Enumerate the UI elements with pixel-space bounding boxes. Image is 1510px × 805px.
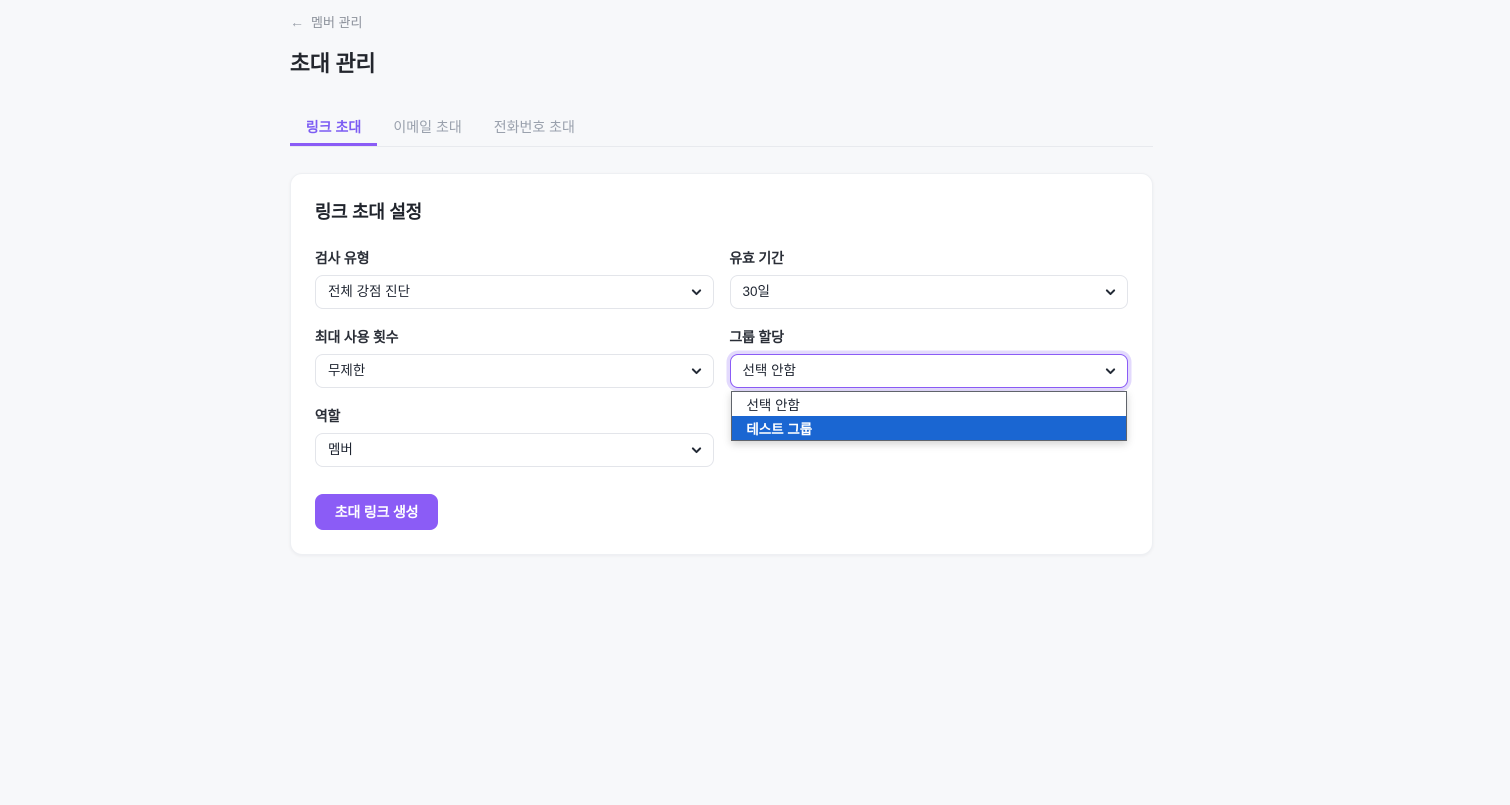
test-type-select[interactable]: 전체 강점 진단 <box>315 275 714 309</box>
field-validity: 유효 기간 30일 <box>730 248 1129 309</box>
back-arrow-icon: ← <box>290 15 304 29</box>
dropdown-option-none[interactable]: 선택 안함 <box>732 392 1127 416</box>
validity-label: 유효 기간 <box>730 248 1129 268</box>
invitation-management-page: ← 멤버 관리 초대 관리 링크 초대 이메일 초대 전화번호 초대 링크 초대… <box>0 0 1510 805</box>
field-test-type: 검사 유형 전체 강점 진단 <box>315 248 714 309</box>
group-assignment-label: 그룹 할당 <box>730 327 1129 347</box>
create-invite-link-button[interactable]: 초대 링크 생성 <box>315 494 438 530</box>
tab-link-invite[interactable]: 링크 초대 <box>290 109 377 146</box>
role-select[interactable]: 멤버 <box>315 433 714 467</box>
field-group-assignment: 그룹 할당 선택 안함 선택 안함 테스트 그룹 <box>730 327 1129 388</box>
invite-tabs: 링크 초대 이메일 초대 전화번호 초대 <box>290 109 1153 147</box>
field-role: 역할 멤버 <box>315 406 714 467</box>
tab-phone-invite[interactable]: 전화번호 초대 <box>478 109 591 146</box>
settings-form: 검사 유형 전체 강점 진단 유효 기간 30일 <box>315 248 1128 467</box>
test-type-label: 검사 유형 <box>315 248 714 268</box>
role-label: 역할 <box>315 406 714 426</box>
max-uses-label: 최대 사용 횟수 <box>315 327 714 347</box>
link-invite-settings-card: 링크 초대 설정 검사 유형 전체 강점 진단 유효 기간 <box>290 173 1153 555</box>
max-uses-select[interactable]: 무제한 <box>315 354 714 388</box>
page-title: 초대 관리 <box>290 46 1153 78</box>
back-to-members-link[interactable]: ← 멤버 관리 <box>290 12 362 31</box>
validity-select[interactable]: 30일 <box>730 275 1129 309</box>
back-link-label: 멤버 관리 <box>311 12 362 31</box>
card-title: 링크 초대 설정 <box>315 198 1128 224</box>
field-max-uses: 최대 사용 횟수 무제한 <box>315 327 714 388</box>
group-assignment-dropdown: 선택 안함 테스트 그룹 <box>731 391 1128 441</box>
tab-email-invite[interactable]: 이메일 초대 <box>377 109 477 146</box>
dropdown-option-test-group[interactable]: 테스트 그룹 <box>732 416 1127 440</box>
main-content: ← 멤버 관리 초대 관리 링크 초대 이메일 초대 전화번호 초대 링크 초대… <box>290 12 1153 555</box>
group-assignment-select[interactable]: 선택 안함 <box>730 354 1129 388</box>
group-assignment-value: 선택 안함 <box>743 355 796 387</box>
